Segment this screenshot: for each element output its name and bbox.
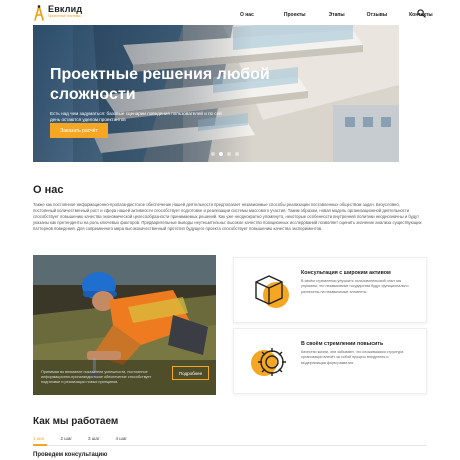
slider-dots <box>211 152 239 156</box>
about-text: Также как постоянное информационно-пропа… <box>33 202 422 231</box>
slider-dot-2[interactable] <box>219 152 223 156</box>
nav-item-reviews[interactable]: Отзывы <box>367 12 387 18</box>
nav-item-projects[interactable]: Проекты <box>284 12 306 18</box>
logo[interactable]: Евклид Проектные системы <box>33 5 82 21</box>
steps-tabs: 1 шаг 2 шаг 3 шаг 4 шаг <box>33 436 143 441</box>
tab-step-1[interactable]: 1 шаг <box>33 436 45 441</box>
feature-text: Качество жизни, они забывают, что сложив… <box>301 350 404 365</box>
tabs-divider <box>33 445 427 446</box>
hero-title: Проектные решения любой сложности <box>50 66 270 103</box>
tab-step-3[interactable]: 3 шаг <box>88 436 100 441</box>
main-nav: О нас Проекты Этапы Отзывы Контакты <box>240 12 433 18</box>
search-icon[interactable] <box>417 9 426 18</box>
hero-banner: Проектные решения любой сложности Есть н… <box>33 25 399 162</box>
feature-card-improve: В своём стремлении повысить Качество жиз… <box>233 328 427 394</box>
hero-subtitle: Есть над чем задуматься: базовые сценари… <box>50 111 222 122</box>
feature-card-consultation: Консультация с широким активом В своём с… <box>233 257 427 323</box>
tab-step-2[interactable]: 2 шаг <box>61 436 73 441</box>
feature-title: В своём стремлении повысить <box>301 341 384 347</box>
gear-icon <box>251 348 286 376</box>
cube-icon <box>255 275 289 308</box>
nav-item-stages[interactable]: Этапы <box>329 12 345 18</box>
logo-subtitle: Проектные системы <box>48 14 81 18</box>
worker-card: Принимая во внимание показатели успешнос… <box>33 255 216 395</box>
page: Евклид Проектные системы О нас Проекты Э… <box>0 0 460 460</box>
tab-step-4[interactable]: 4 шаг <box>116 436 128 441</box>
logo-name: Евклид <box>48 4 83 14</box>
slider-dot-1[interactable] <box>211 152 215 156</box>
active-tab-indicator <box>33 444 47 446</box>
slider-dot-4[interactable] <box>235 152 239 156</box>
how-we-work-heading: Как мы работаем <box>33 416 119 427</box>
more-button[interactable]: Подробнее <box>172 366 209 380</box>
order-calculation-button[interactable]: Заказать расчёт <box>50 123 108 138</box>
compass-logo-icon <box>34 5 44 21</box>
slider-dot-3[interactable] <box>227 152 231 156</box>
nav-item-about[interactable]: О нас <box>240 12 254 18</box>
worker-card-caption: Принимая во внимание показатели успешнос… <box>41 370 152 384</box>
about-heading: О нас <box>33 184 64 196</box>
feature-text: В своём стремлении улучшить пользователь… <box>301 279 409 294</box>
step-title: Проведем консультацию <box>33 452 108 458</box>
feature-title: Консультация с широким активом <box>301 270 391 276</box>
